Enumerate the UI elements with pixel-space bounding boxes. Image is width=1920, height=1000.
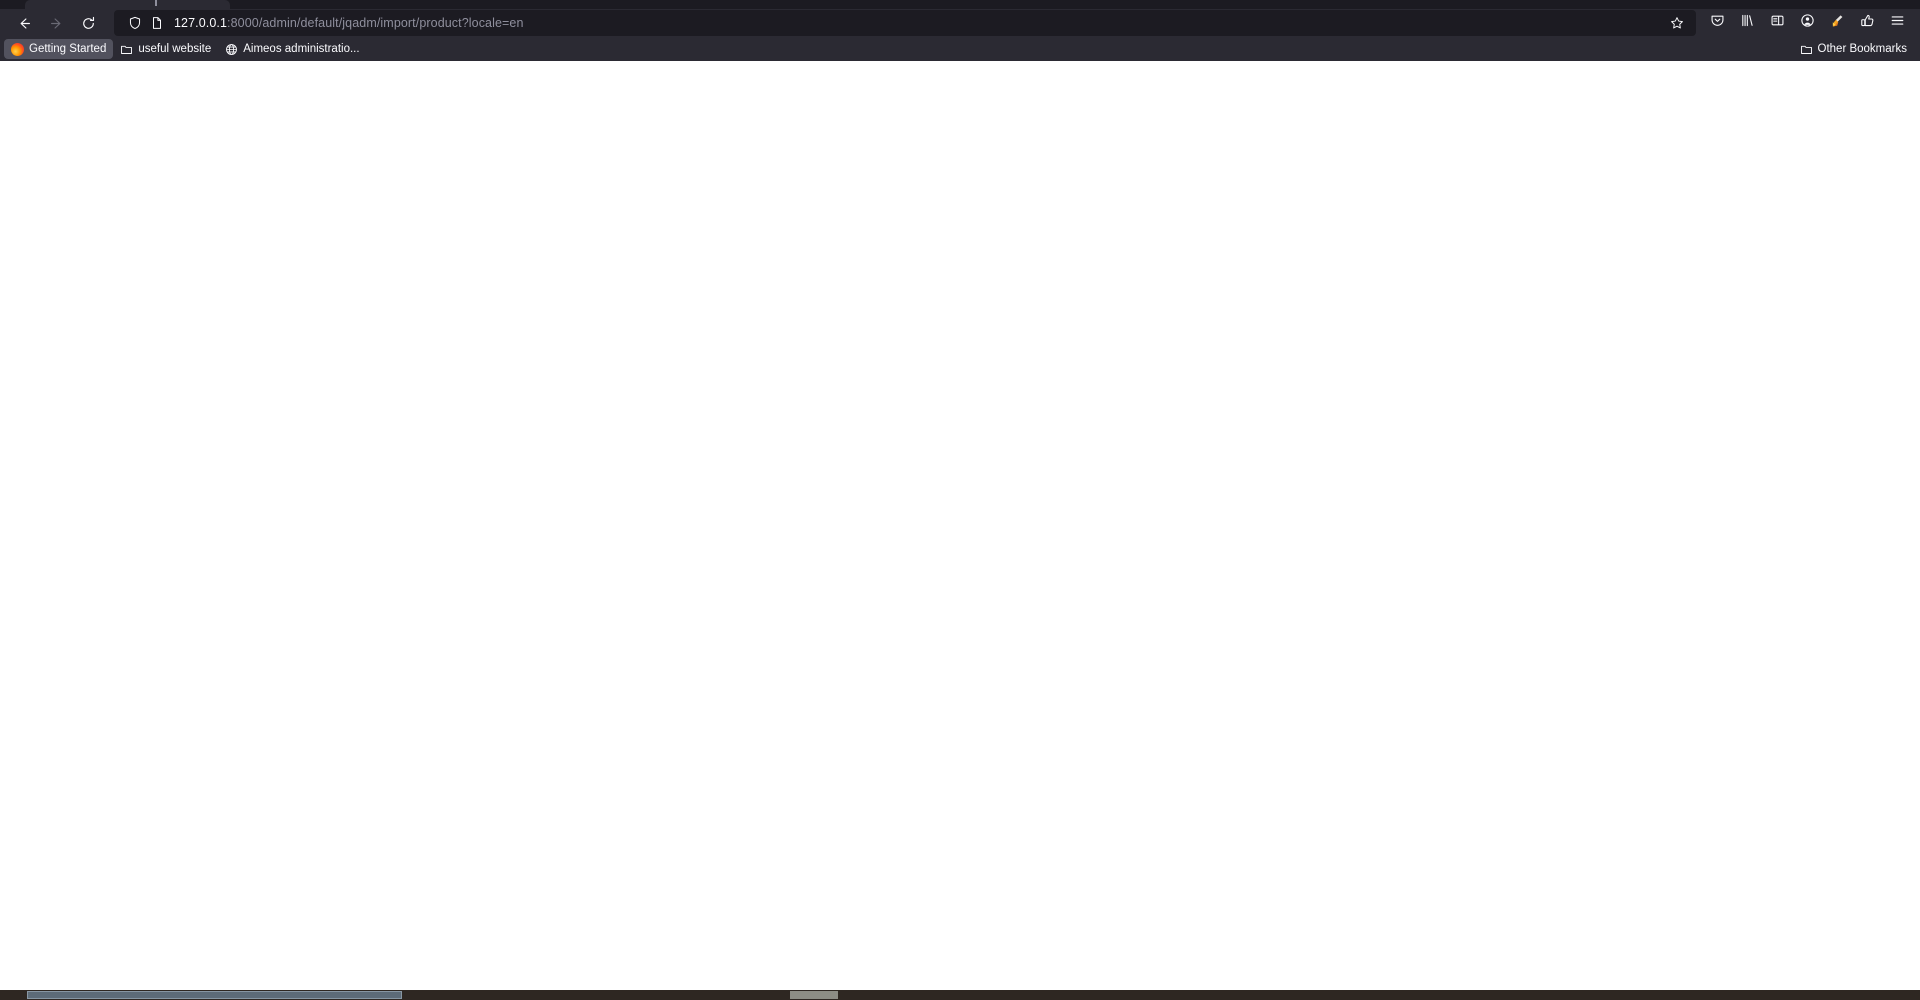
account-icon	[1800, 13, 1815, 33]
bookmarks-toolbar: Getting Started useful website Aimeos ad…	[0, 37, 1920, 61]
url-text[interactable]: 127.0.0.1:8000/admin/default/jqadm/impor…	[168, 16, 1664, 30]
url-path: /admin/default/jqadm/import/product?loca…	[258, 16, 524, 30]
browser-window: 127.0.0.1:8000/admin/default/jqadm/impor…	[0, 0, 1920, 1000]
reload-button[interactable]	[72, 10, 104, 36]
shield-icon[interactable]	[124, 12, 146, 34]
tab-strip	[0, 0, 1920, 9]
url-host: 127.0.0.1	[174, 16, 228, 30]
navigation-toolbar: 127.0.0.1:8000/admin/default/jqadm/impor…	[0, 9, 1920, 37]
taskbar-window-inactive[interactable]	[790, 991, 838, 999]
broom-extension-button[interactable]	[1822, 10, 1852, 36]
firefox-logo-icon	[11, 42, 24, 56]
other-bookmarks-button[interactable]: Other Bookmarks	[1793, 39, 1914, 59]
back-arrow-icon	[17, 16, 32, 31]
other-bookmarks-label: Other Bookmarks	[1817, 43, 1907, 55]
library-button[interactable]	[1732, 10, 1762, 36]
account-button[interactable]	[1792, 10, 1822, 36]
taskbar-window-active[interactable]	[27, 991, 402, 999]
forward-arrow-icon	[49, 16, 64, 31]
bookmark-item-getting-started[interactable]: Getting Started	[4, 39, 114, 59]
library-icon	[1740, 13, 1755, 33]
bookmark-star-button[interactable]	[1664, 11, 1690, 35]
bookmark-label: useful website	[138, 43, 212, 55]
back-button[interactable]	[8, 10, 40, 36]
browser-tab[interactable]	[25, 0, 230, 9]
url-port: :8000	[227, 16, 259, 30]
broom-extension-icon	[1829, 13, 1845, 34]
tab-cursor-marker	[155, 0, 157, 6]
hamburger-menu-button[interactable]	[1882, 10, 1912, 36]
bookmark-item-useful-website[interactable]: useful website	[113, 39, 218, 59]
thumbs-up-extension-button[interactable]	[1852, 10, 1882, 36]
bookmark-item-aimeos-administration[interactable]: Aimeos administratio...	[218, 39, 366, 59]
hamburger-menu-icon	[1890, 13, 1905, 33]
sidebar-button[interactable]	[1762, 10, 1792, 36]
pocket-icon	[1710, 13, 1725, 33]
thumbs-up-extension-icon	[1860, 13, 1875, 33]
reload-icon	[81, 16, 96, 31]
page-icon[interactable]	[146, 12, 168, 34]
sidebar-icon	[1770, 13, 1785, 33]
os-taskbar	[0, 990, 1920, 1000]
folder-icon	[1800, 43, 1813, 56]
url-bar[interactable]: 127.0.0.1:8000/admin/default/jqadm/impor…	[114, 10, 1696, 36]
folder-icon	[120, 43, 133, 56]
bookmark-label: Aimeos administratio...	[243, 43, 360, 55]
globe-icon	[225, 43, 238, 56]
toolbar-actions	[1702, 10, 1912, 36]
pocket-button[interactable]	[1702, 10, 1732, 36]
bookmark-label: Getting Started	[29, 43, 107, 55]
page-content-area[interactable]	[0, 61, 1920, 1000]
forward-button[interactable]	[40, 10, 72, 36]
